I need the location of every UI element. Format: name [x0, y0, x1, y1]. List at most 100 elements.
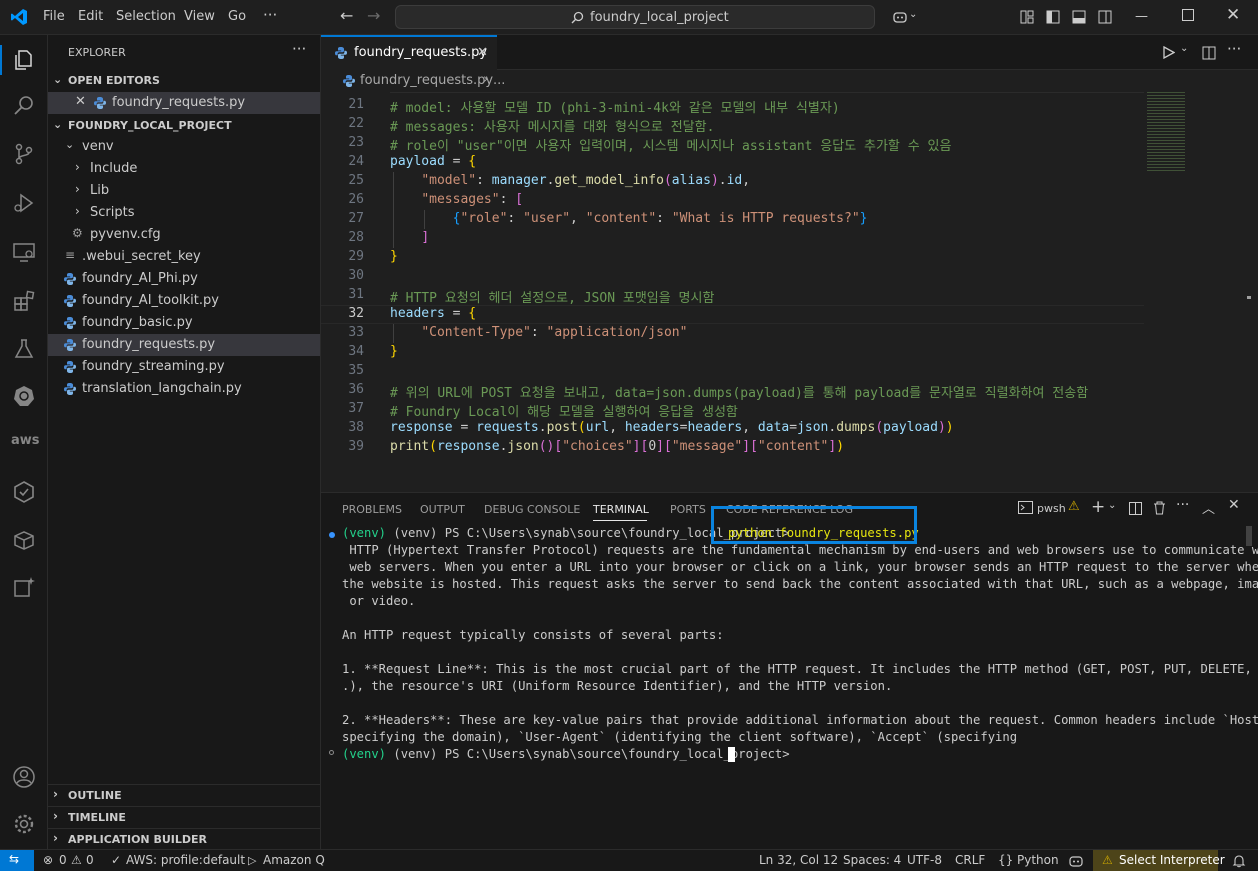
tab-debug-console[interactable]: DEBUG CONSOLE [484, 503, 580, 516]
menu-view[interactable]: View [184, 9, 215, 24]
breadcrumb-file[interactable]: foundry_requests.py [360, 73, 493, 88]
run-file-icon[interactable] [1163, 46, 1175, 59]
file-foundry-streaming[interactable]: foundry_streaming.py [48, 356, 320, 378]
command-center-search[interactable]: foundry_local_project [395, 5, 875, 29]
tab-problems[interactable]: PROBLEMS [342, 503, 402, 516]
menu-go[interactable]: Go [228, 9, 246, 24]
end-of-line[interactable]: CRLF [955, 853, 985, 867]
back-arrow-icon[interactable]: ← [340, 6, 353, 25]
menu-edit[interactable]: Edit [78, 9, 103, 24]
code-editor[interactable]: 21 # model: 사용할 모델 ID (phi-3-mini-4k와 같은… [321, 92, 1144, 488]
copilot-extension-icon[interactable] [12, 575, 36, 599]
close-panel-icon[interactable]: ✕ [1228, 497, 1240, 513]
error-count[interactable]: 0 [59, 853, 67, 867]
chevron-down-icon: ⌄ [65, 138, 75, 151]
project-folder-header[interactable]: ⌄ FOUNDRY_LOCAL_PROJECT [48, 115, 321, 137]
warning-icon[interactable]: ⚠ [71, 853, 82, 867]
cursor-position[interactable]: Ln 32, Col 12 [759, 853, 838, 867]
remote-indicator[interactable]: ⇆ [0, 850, 34, 871]
file-foundry-ai-phi[interactable]: foundry_AI_Phi.py [48, 268, 320, 290]
aws-icon[interactable]: aws [11, 433, 40, 448]
open-editor-label: foundry_requests.py [112, 95, 246, 110]
menu-more[interactable]: ··· [263, 6, 277, 24]
source-control-icon[interactable] [12, 142, 36, 166]
package-box-icon[interactable] [12, 528, 36, 552]
split-editor-icon[interactable] [1202, 46, 1216, 60]
open-editors-header[interactable]: ⌄ OPEN EDITORS [48, 70, 321, 92]
minimap[interactable] [1144, 92, 1251, 488]
breadcrumb-more[interactable]: ... [493, 73, 505, 88]
python-file-icon [64, 339, 76, 351]
kubernetes-icon[interactable] [12, 384, 36, 408]
maximize-window-icon[interactable] [1182, 9, 1194, 21]
tab-output[interactable]: OUTPUT [420, 503, 465, 516]
accounts-icon[interactable] [12, 765, 36, 789]
copilot-chevron-icon[interactable]: ⌄ [909, 9, 917, 20]
code-line: 28 ] [348, 230, 430, 245]
open-editor-item[interactable]: ✕ foundry_requests.py [48, 92, 320, 114]
close-editor-icon[interactable]: ✕ [75, 94, 86, 109]
new-terminal-icon[interactable]: + [1091, 497, 1105, 517]
folder-include[interactable]: › Include [48, 158, 320, 180]
tab-terminal[interactable]: TERMINAL [593, 503, 649, 516]
file-translation-langchain[interactable]: translation_langchain.py [48, 378, 320, 400]
amazon-q[interactable]: Amazon Q [263, 853, 325, 867]
application-builder-section[interactable]: › APPLICATION BUILDER [48, 828, 321, 851]
folder-venv[interactable]: ⌄ venv [48, 136, 320, 158]
warning-icon[interactable]: ⚠ [1068, 499, 1080, 514]
maximize-panel-icon[interactable]: ︿ [1202, 498, 1215, 517]
error-icon[interactable]: ⊗ [43, 853, 53, 867]
close-tab-icon[interactable]: ✕ [477, 45, 488, 60]
outline-section[interactable]: › OUTLINE [48, 784, 321, 807]
terminal-scrollbar[interactable] [1246, 526, 1252, 546]
testing-flask-icon[interactable] [12, 337, 36, 361]
file-pyvenv-cfg[interactable]: ⚙ pyvenv.cfg [48, 224, 320, 246]
explorer-icon[interactable] [12, 48, 36, 72]
shell-label[interactable]: pwsh [1037, 502, 1066, 515]
forward-arrow-icon[interactable]: → [367, 6, 380, 25]
menu-selection[interactable]: Selection [116, 9, 176, 24]
toggle-secondary-sidebar-icon[interactable] [1098, 10, 1112, 24]
copilot-icon[interactable] [892, 9, 908, 25]
aws-profile[interactable]: AWS: profile:default [126, 853, 245, 867]
menu-file[interactable]: File [43, 9, 65, 24]
tab-foundry-requests[interactable]: foundry_requests.py ✕ [321, 35, 497, 70]
terminal-chevron-icon[interactable]: ⌄ [1108, 500, 1116, 511]
file-webui-secret-key[interactable]: ≡ .webui_secret_key [48, 246, 320, 268]
editor-more-icon[interactable]: ··· [1227, 40, 1241, 58]
file-foundry-ai-toolkit[interactable]: foundry_AI_toolkit.py [48, 290, 320, 312]
encoding[interactable]: UTF-8 [907, 853, 942, 867]
close-window-icon[interactable]: ✕ [1226, 5, 1240, 25]
terminal-output[interactable]: (venv) (venv) PS C:\Users\synab\source\f… [321, 506, 1258, 850]
folder-scripts[interactable]: › Scripts [48, 202, 320, 224]
timeline-section[interactable]: › TIMELINE [48, 806, 321, 829]
warning-count[interactable]: 0 [86, 853, 94, 867]
copilot-status-icon[interactable] [1069, 854, 1083, 867]
run-debug-icon[interactable] [12, 191, 36, 215]
language-mode[interactable]: Python [1017, 853, 1059, 867]
ai-toolkit-icon[interactable] [12, 480, 36, 504]
split-terminal-icon[interactable] [1129, 502, 1142, 515]
tab-label: foundry_requests.py [354, 45, 488, 60]
toggle-primary-sidebar-icon[interactable] [1046, 10, 1060, 24]
remote-explorer-icon[interactable] [12, 240, 36, 264]
customize-layout-icon[interactable] [1020, 10, 1034, 24]
select-interpreter-button[interactable]: ⚠ Select Interpreter [1093, 850, 1225, 871]
search-icon[interactable] [12, 93, 36, 117]
folder-lib[interactable]: › Lib [48, 180, 320, 202]
panel-more-icon[interactable]: ··· [1176, 497, 1189, 513]
highlight-box [711, 506, 917, 544]
minimize-window-icon[interactable]: — [1135, 9, 1148, 24]
tab-ports[interactable]: PORTS [670, 503, 706, 516]
file-foundry-requests[interactable]: foundry_requests.py [48, 334, 320, 356]
explorer-more-icon[interactable]: ··· [292, 40, 306, 58]
settings-gear-icon[interactable] [12, 812, 36, 836]
notifications-bell-icon[interactable] [1232, 854, 1246, 868]
code-line: 38 response = requests.post(url, headers… [348, 420, 954, 435]
trash-icon[interactable] [1153, 501, 1166, 515]
file-foundry-basic[interactable]: foundry_basic.py [48, 312, 320, 334]
run-chevron-icon[interactable]: ⌄ [1180, 43, 1188, 54]
indentation[interactable]: Spaces: 4 [843, 853, 901, 867]
extensions-icon[interactable] [12, 289, 36, 313]
toggle-panel-icon[interactable] [1072, 10, 1086, 24]
